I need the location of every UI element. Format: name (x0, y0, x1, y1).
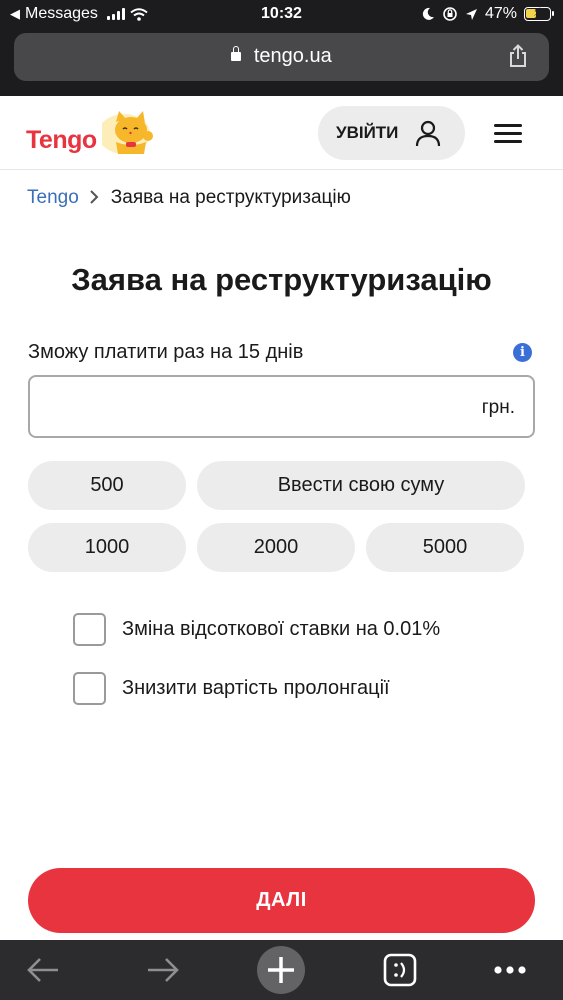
currency-label: грн. (481, 397, 515, 418)
breadcrumb-home-link[interactable]: Tengo (27, 187, 79, 209)
option-prolongation-cost[interactable]: Знизити вартість пролонгації (73, 672, 390, 705)
amount-chip-5000[interactable]: 5000 (366, 523, 524, 572)
prolongation-cost-checkbox[interactable] (73, 672, 106, 705)
page-title: Заява на реструктуризацію (71, 262, 492, 297)
user-icon (416, 120, 441, 147)
battery-icon: ⚡ (524, 5, 554, 21)
amount-chip-2000[interactable]: 2000 (197, 523, 355, 572)
interest-rate-checkbox[interactable] (73, 613, 106, 646)
forward-arrow-icon[interactable] (142, 948, 182, 992)
login-button[interactable]: УВІЙТИ (318, 106, 465, 160)
browser-top-chrome: ◀ Messages 10:32 47% ⚡ tengo.ua (0, 0, 563, 96)
orientation-lock-icon (443, 7, 457, 21)
amount-chip-500[interactable]: 500 (28, 461, 186, 510)
url-text: tengo.ua (253, 45, 332, 67)
prolongation-cost-label: Знизити вартість пролонгації (122, 677, 390, 699)
back-arrow-icon[interactable] (24, 948, 64, 992)
browser-toolbar (0, 940, 563, 1000)
interest-rate-label: Зміна відсоткової ставки на 0.01% (122, 618, 441, 640)
payment-amount-label: Зможу платити раз на 15 днів (28, 341, 304, 363)
status-bar: ◀ Messages 10:32 47% ⚡ (0, 0, 563, 30)
next-button[interactable]: ДАЛІ (28, 868, 535, 933)
new-tab-plus-icon[interactable] (256, 945, 306, 995)
hamburger-menu-icon[interactable] (494, 124, 522, 144)
address-bar[interactable]: tengo.ua (14, 33, 549, 81)
amount-field: грн. (28, 375, 535, 438)
moon-icon (422, 7, 434, 20)
cat-mascot-icon (102, 111, 153, 154)
login-label: УВІЙТИ (336, 123, 399, 142)
more-options-icon[interactable] (490, 948, 530, 992)
amount-chip-1000[interactable]: 1000 (28, 523, 186, 572)
amount-input[interactable] (42, 383, 462, 431)
location-icon (465, 8, 477, 20)
share-icon[interactable] (507, 44, 529, 68)
tabs-counter-icon[interactable] (382, 948, 418, 992)
info-icon[interactable]: i (513, 343, 532, 362)
lock-icon (231, 46, 242, 61)
breadcrumb-current: Заява на реструктуризацію (110, 187, 351, 208)
logo-text: Tengo (26, 126, 97, 154)
custom-amount-chip[interactable]: Ввести свою суму (197, 461, 525, 510)
tengo-logo[interactable]: Tengo (26, 108, 156, 158)
breadcrumb: Tengo Заява на реструктуризацію (27, 187, 351, 209)
battery-percent: 47% (484, 5, 517, 22)
option-interest-rate[interactable]: Зміна відсоткової ставки на 0.01% (73, 613, 440, 646)
chevron-right-icon (89, 188, 99, 209)
site-header: Tengo УВІЙТИ (0, 96, 563, 170)
